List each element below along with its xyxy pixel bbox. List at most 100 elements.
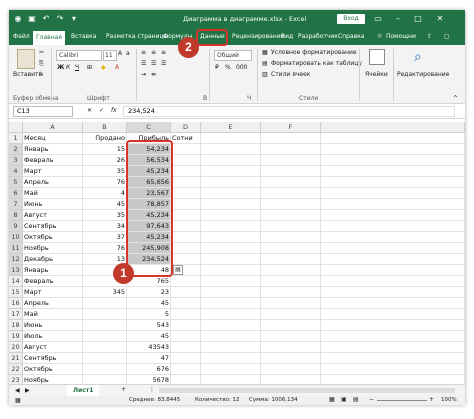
table-cell[interactable]: [321, 276, 465, 287]
table-cell[interactable]: [201, 287, 261, 298]
select-all-corner[interactable]: [9, 122, 23, 133]
table-cell[interactable]: [261, 320, 321, 331]
table-cell[interactable]: 43543: [127, 342, 171, 353]
column-header-a[interactable]: A: [23, 122, 83, 133]
paste-button[interactable]: Вставить: [13, 71, 42, 78]
tab-insert[interactable]: Вставка: [71, 33, 96, 40]
table-cell[interactable]: 76: [83, 177, 127, 188]
table-cell[interactable]: [321, 210, 465, 221]
table-cell[interactable]: [321, 353, 465, 364]
table-cell[interactable]: Июнь: [23, 320, 83, 331]
table-cell[interactable]: [171, 188, 201, 199]
row-header[interactable]: 16: [9, 298, 23, 309]
row-header[interactable]: 11: [9, 243, 23, 254]
align-bottom-icon[interactable]: ≡: [161, 49, 166, 56]
row-header[interactable]: 7: [9, 199, 23, 210]
align-left-icon[interactable]: ☰: [141, 60, 146, 67]
table-cell[interactable]: 45: [83, 199, 127, 210]
row-header[interactable]: 10: [9, 232, 23, 243]
prev-sheet-icon[interactable]: ◀: [15, 387, 20, 394]
table-cell[interactable]: [321, 254, 465, 265]
table-cell[interactable]: [171, 254, 201, 265]
table-cell[interactable]: [83, 342, 127, 353]
table-cell[interactable]: [171, 221, 201, 232]
table-cell[interactable]: [261, 265, 321, 276]
table-cell[interactable]: [261, 232, 321, 243]
row-header[interactable]: 15: [9, 287, 23, 298]
autosave-icon[interactable]: ◉: [13, 14, 23, 24]
confirm-formula-icon[interactable]: ✓: [99, 107, 104, 114]
share-icon[interactable]: ⇪: [427, 33, 432, 40]
row-header[interactable]: 6: [9, 188, 23, 199]
table-cell[interactable]: [321, 144, 465, 155]
tell-me-box[interactable]: Помощни: [386, 33, 416, 40]
table-cell[interactable]: Май: [23, 188, 83, 199]
paste-icon[interactable]: [17, 49, 35, 69]
currency-icon[interactable]: ₽: [215, 64, 219, 71]
row-header[interactable]: 14: [9, 276, 23, 287]
borders-icon[interactable]: ⊞: [87, 64, 92, 71]
header-cell[interactable]: [201, 133, 261, 144]
table-cell[interactable]: Май: [23, 309, 83, 320]
tab-file[interactable]: Файл: [13, 33, 30, 40]
worksheet-grid[interactable]: A B C D E F 1 Месяц Продано Прибыль Сотни 2 Ян…: [9, 122, 465, 397]
sheet-scroll-menu-icon[interactable]: ⋮: [149, 386, 155, 393]
table-cell[interactable]: [83, 364, 127, 375]
italic-button[interactable]: К: [66, 64, 70, 71]
table-cell[interactable]: 35: [83, 166, 127, 177]
table-cell[interactable]: Апрель: [23, 298, 83, 309]
table-cell[interactable]: [201, 210, 261, 221]
tab-help[interactable]: Справка: [338, 33, 364, 40]
table-cell[interactable]: [321, 309, 465, 320]
table-cell[interactable]: 47: [127, 353, 171, 364]
table-cell[interactable]: [201, 177, 261, 188]
align-center-icon[interactable]: ☰: [151, 60, 156, 67]
table-cell[interactable]: [201, 188, 261, 199]
table-cell[interactable]: [201, 144, 261, 155]
customize-toolbar-icon[interactable]: ▾: [69, 14, 79, 24]
row-header[interactable]: 5: [9, 177, 23, 188]
table-cell[interactable]: [261, 309, 321, 320]
table-cell[interactable]: Июнь: [23, 199, 83, 210]
header-cell[interactable]: [261, 133, 321, 144]
table-cell[interactable]: [171, 276, 201, 287]
row-header[interactable]: 3: [9, 155, 23, 166]
table-cell[interactable]: [321, 342, 465, 353]
table-cell[interactable]: [261, 221, 321, 232]
table-cell[interactable]: [261, 210, 321, 221]
row-header[interactable]: 17: [9, 309, 23, 320]
table-cell[interactable]: [171, 210, 201, 221]
table-cell[interactable]: [261, 243, 321, 254]
table-cell[interactable]: Август: [23, 342, 83, 353]
cut-icon[interactable]: ✂: [39, 49, 44, 56]
tab-view[interactable]: Вид: [281, 33, 293, 40]
align-right-icon[interactable]: ☰: [161, 60, 166, 67]
column-header-f[interactable]: F: [261, 122, 321, 133]
table-cell[interactable]: [321, 320, 465, 331]
table-cell[interactable]: [261, 276, 321, 287]
normal-view-icon[interactable]: ▦: [329, 396, 335, 403]
indent-icon[interactable]: ⇥: [141, 71, 146, 78]
align-middle-icon[interactable]: ≡: [151, 49, 156, 56]
table-cell[interactable]: [83, 309, 127, 320]
percent-icon[interactable]: %: [225, 64, 231, 71]
table-cell[interactable]: [261, 199, 321, 210]
table-cell[interactable]: [261, 364, 321, 375]
table-cell[interactable]: [321, 232, 465, 243]
header-cell[interactable]: Месяц: [23, 133, 83, 144]
table-cell[interactable]: Ноябрь: [23, 243, 83, 254]
minimize-button[interactable]: –: [391, 13, 405, 25]
table-cell[interactable]: [83, 331, 127, 342]
next-sheet-icon[interactable]: ▶: [25, 387, 30, 394]
format-painter-icon[interactable]: ✎: [39, 71, 44, 78]
table-cell[interactable]: [261, 188, 321, 199]
editing-button[interactable]: Редактирование: [397, 71, 449, 78]
add-sheet-button[interactable]: +: [121, 386, 126, 393]
table-cell[interactable]: Декабрь: [23, 254, 83, 265]
align-top-icon[interactable]: ≡: [141, 49, 146, 56]
header-cell[interactable]: Продано: [83, 133, 127, 144]
fill-color-icon[interactable]: ◆: [101, 64, 106, 71]
comma-style-icon[interactable]: 000: [236, 64, 247, 71]
row-header[interactable]: 1: [9, 133, 23, 144]
page-layout-view-icon[interactable]: ▣: [341, 396, 347, 403]
